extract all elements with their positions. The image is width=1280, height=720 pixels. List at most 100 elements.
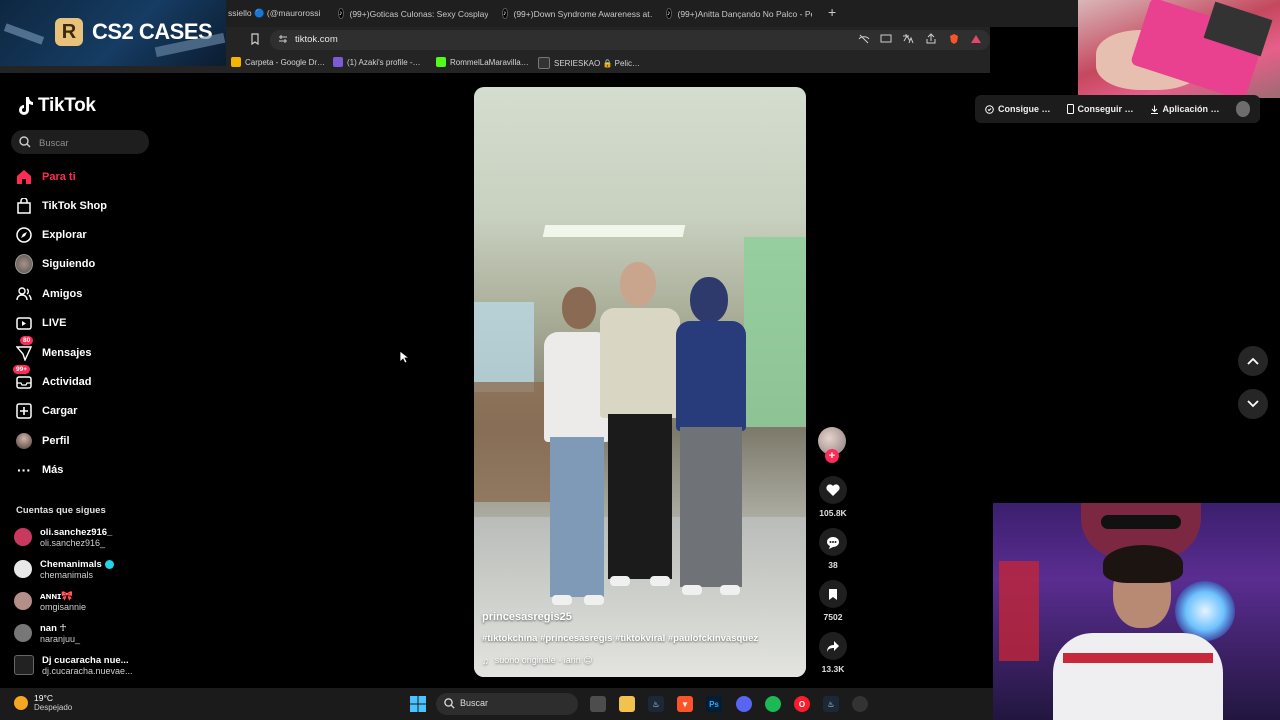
- shelf-graphic: [999, 561, 1039, 661]
- followed-account[interactable]: nan ☥ naranjuu_: [14, 620, 80, 646]
- get-coins-button[interactable]: Consigue …: [985, 104, 1051, 114]
- heart-icon[interactable]: [819, 476, 847, 504]
- account-name: ᴀɴɴɪ🎀: [40, 590, 73, 602]
- share-action[interactable]: 13.3K: [818, 632, 848, 674]
- photoshop-icon[interactable]: Ps: [706, 696, 722, 712]
- nav-live[interactable]: LIVE: [15, 312, 66, 334]
- tiktok-logo[interactable]: TikTok: [16, 95, 96, 117]
- messages-badge: 80: [20, 336, 34, 345]
- comment-count: 38: [828, 560, 838, 570]
- fan-graphic: [1175, 581, 1235, 641]
- file-explorer-icon[interactable]: [619, 696, 635, 712]
- activity-badge: 99+: [13, 365, 31, 374]
- like-count: 105.8K: [819, 508, 847, 518]
- account-handle: chemanimals: [40, 569, 94, 580]
- windows-start-icon[interactable]: [410, 696, 426, 712]
- brave-rewards-icon[interactable]: [970, 33, 982, 45]
- weather-desc: Despejado: [34, 703, 73, 712]
- bookmark-icon[interactable]: [249, 33, 261, 45]
- opera-icon[interactable]: O: [794, 696, 810, 712]
- share-icon[interactable]: [925, 33, 937, 45]
- profile-site-icon: [333, 57, 343, 67]
- verified-icon: [104, 559, 114, 569]
- discord-icon[interactable]: [736, 696, 752, 712]
- mouse-cursor-icon: [399, 350, 409, 364]
- account-handle: oli.sanchez916_: [40, 537, 106, 548]
- video-username[interactable]: princesasregis25: [482, 611, 572, 623]
- bookmark-item[interactable]: SERIESKAO 🔒 Pelic…: [538, 57, 640, 69]
- nav-mensajes[interactable]: 80 Mensajes: [15, 336, 92, 364]
- tab-label: (99+)Anitta Dançando No Palco - Pe: [677, 8, 813, 19]
- brave-shield-icon[interactable]: [948, 33, 960, 45]
- streamer-hair: [1103, 545, 1183, 583]
- nav-para-ti[interactable]: Para ti: [15, 166, 76, 188]
- like-action[interactable]: 105.8K: [818, 476, 848, 518]
- bookmark-item[interactable]: RommelLaMaravilla…: [436, 57, 529, 67]
- coin-icon: [985, 104, 994, 114]
- tiktok-logo-icon: [19, 97, 33, 115]
- nav-perfil[interactable]: Perfil: [15, 430, 70, 452]
- hide-icon[interactable]: [858, 33, 870, 45]
- browser-tab-active[interactable]: ♪ (99+)Anitta Dançando No Palco - Pe: [666, 5, 812, 22]
- profile-avatar[interactable]: [1235, 101, 1250, 117]
- save-action[interactable]: 7502: [818, 580, 848, 622]
- taskbar-search[interactable]: Buscar: [436, 693, 578, 715]
- video-hashtags[interactable]: #tiktokchina #princesasregis #tiktokvira…: [482, 633, 758, 644]
- download-app-button[interactable]: Aplicación …: [1150, 104, 1220, 114]
- jacket-stripe: [1063, 653, 1213, 663]
- followed-account[interactable]: Dj cucaracha nue... dj.cucaracha.nuevae.…: [14, 652, 133, 678]
- nav-label: Cargar: [42, 405, 78, 417]
- more-icon: ···: [17, 462, 31, 478]
- bookmark-item[interactable]: (1) Azaki's profile -…: [333, 57, 421, 67]
- nav-siguiendo[interactable]: Siguiendo: [15, 253, 95, 275]
- followed-account[interactable]: Chemanimals chemanimals: [14, 556, 114, 582]
- nav-mas[interactable]: ··· Más: [15, 459, 63, 481]
- steam-icon[interactable]: ♨: [648, 696, 664, 712]
- brave-browser-icon[interactable]: ▼: [677, 696, 693, 712]
- bookmark-item[interactable]: Carpeta - Google Dr…: [231, 57, 325, 67]
- spotify-icon[interactable]: [765, 696, 781, 712]
- nav-explorar[interactable]: Explorar: [15, 224, 87, 246]
- comment-action[interactable]: 38: [818, 528, 848, 570]
- search-input[interactable]: [37, 134, 146, 152]
- cast-icon[interactable]: [880, 33, 892, 45]
- weather-widget[interactable]: 19°C Despejado: [14, 693, 72, 712]
- comment-icon[interactable]: [819, 528, 847, 556]
- nav-label: Mensajes: [42, 347, 92, 359]
- task-view-icon[interactable]: [590, 696, 606, 712]
- translate-icon[interactable]: [902, 33, 914, 45]
- next-video-button[interactable]: [1238, 389, 1268, 419]
- music-note-icon: ♫: [482, 655, 489, 666]
- site-info-icon[interactable]: [278, 34, 288, 44]
- avatar: [14, 655, 34, 675]
- previous-video-button[interactable]: [1238, 346, 1268, 376]
- steam-icon[interactable]: ♨: [823, 696, 839, 712]
- handcam-overlay: [1078, 0, 1280, 98]
- nav-tiktok-shop[interactable]: TikTok Shop: [15, 195, 107, 217]
- followed-account[interactable]: oli.sanchez916_ oli.sanchez916_: [14, 524, 112, 550]
- browser-tab[interactable]: ssiello 🔵 (@maurorossiell…: [228, 5, 320, 22]
- search-box[interactable]: [11, 130, 149, 154]
- browser-tab[interactable]: ♪ (99+)Goticas Culonas: Sexy Cosplay: [338, 5, 488, 22]
- whiteboard: [744, 237, 806, 427]
- obs-icon[interactable]: [852, 696, 868, 712]
- browser-tab[interactable]: ♪ (99+)Down Syndrome Awareness at…: [502, 5, 652, 22]
- avatar: [14, 624, 32, 642]
- nav-cargar[interactable]: Cargar: [15, 400, 77, 422]
- share-icon[interactable]: [819, 632, 847, 660]
- site-icon: [538, 57, 550, 69]
- new-tab-button[interactable]: +: [828, 4, 836, 20]
- follow-button[interactable]: +: [825, 449, 839, 463]
- sound-name: suono originale - iarin 😊: [494, 655, 593, 665]
- get-app-button[interactable]: Conseguir …: [1066, 104, 1134, 114]
- nav-actividad[interactable]: 99+ Actividad: [13, 365, 92, 393]
- account-handle: omgisannie: [40, 601, 87, 612]
- followed-account[interactable]: ᴀɴɴɪ🎀 omgisannie: [14, 588, 86, 614]
- nav-label: Perfil: [42, 435, 70, 447]
- nav-amigos[interactable]: Amigos: [15, 283, 82, 305]
- video-sound[interactable]: ♫ suono originale - iarin 😊: [482, 655, 593, 666]
- account-handle: naranjuu_: [40, 633, 81, 644]
- bookmark-icon[interactable]: [819, 580, 847, 608]
- download-icon: [1150, 105, 1158, 114]
- video-player[interactable]: princesasregis25 #tiktokchina #princesas…: [474, 87, 806, 677]
